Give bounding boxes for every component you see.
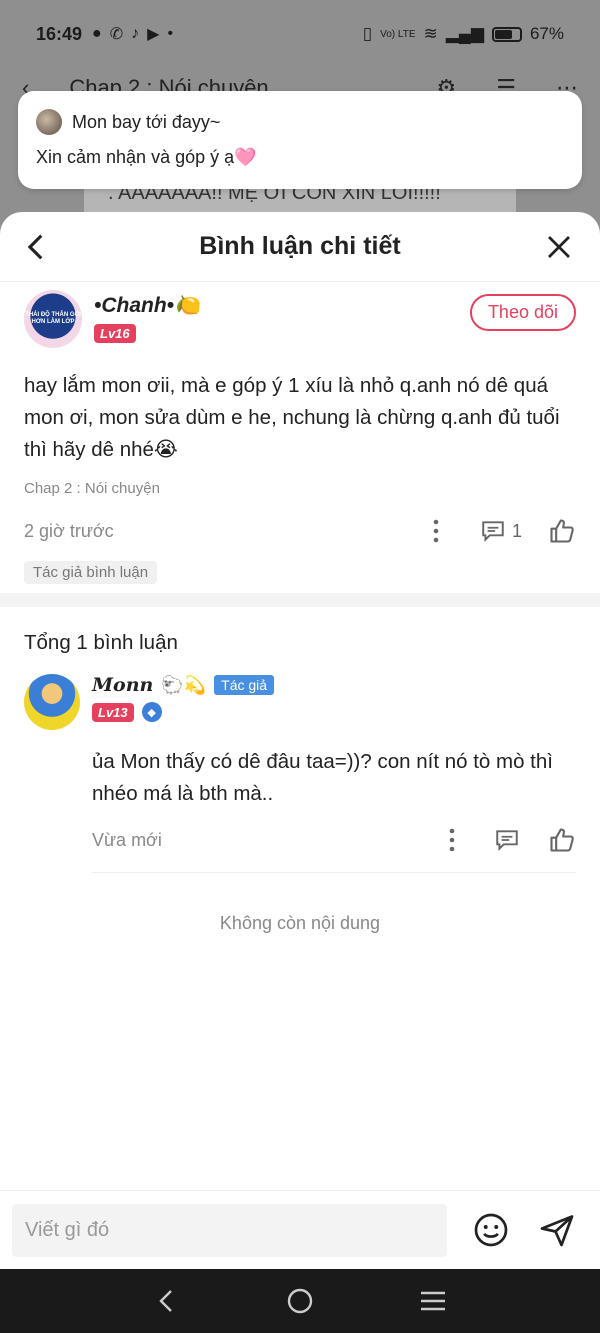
status-right: ▯ Vo) LTE ≋ ▂▄▆ 67% <box>363 24 564 44</box>
battery-icon <box>491 26 522 42</box>
level-badge: Lv16 <box>94 324 136 343</box>
avatar[interactable] <box>24 674 80 730</box>
no-more-content: Không còn nội dung <box>219 913 381 933</box>
comment-icon <box>482 521 504 543</box>
notification-sender: Mon bay tới đayy~ <box>72 111 221 132</box>
reply-author-name[interactable]: Monn <box>92 674 153 696</box>
signal-icon: ▂▄▆ <box>445 24 484 43</box>
like-icon[interactable] <box>548 826 576 854</box>
dot-icon: • <box>167 25 174 42</box>
youtube-icon: ▶ <box>147 26 160 43</box>
nav-home-icon[interactable] <box>284 1285 316 1317</box>
volte-icon: Vo) LTE <box>380 28 416 40</box>
like-icon[interactable] <box>548 517 576 545</box>
emoji-icon[interactable] <box>473 1212 509 1248</box>
section-divider <box>0 593 600 607</box>
main-comment: THÁI ĐỘ THÂN GÓI HƠN LÀM LỚP •Chanh•🍋 Lv… <box>0 290 600 584</box>
reply-time: Vừa mới <box>92 829 162 850</box>
comment-time: 2 giờ trước <box>24 520 114 541</box>
battery-percent: 67% <box>529 24 564 43</box>
wifi-icon: ≋ <box>423 24 438 43</box>
vibrate-icon: ▯ <box>362 24 373 43</box>
follow-button[interactable]: Theo dõi <box>469 294 576 331</box>
comment-actions: 1 <box>424 517 576 545</box>
notification-toast[interactable]: Mon bay tới đayy~ Xin cảm nhận và góp ý … <box>18 91 582 189</box>
back-arrow-icon[interactable] <box>20 230 54 264</box>
system-nav-bar <box>0 1269 600 1333</box>
author-badge: Tác giả <box>214 675 275 695</box>
author-comment-tag: Tác giả bình luận <box>24 561 158 584</box>
nav-back-icon[interactable] <box>151 1285 183 1317</box>
chapter-reference[interactable]: Chap 2 : Nói chuyện <box>24 480 576 497</box>
nav-menu-icon[interactable] <box>417 1285 449 1317</box>
close-icon[interactable] <box>544 232 574 262</box>
total-comments-label: Tổng 1 bình luận <box>24 631 178 654</box>
reply-author-emoji: 🐑💫 <box>161 674 207 695</box>
level-badge: Lv13 <box>92 702 134 722</box>
send-icon[interactable] <box>539 1212 575 1248</box>
call-icon: ✆ <box>109 26 124 43</box>
comment-text: hay lắm mon ơii, mà e góp ý 1 xíu là nhỏ… <box>24 374 560 461</box>
tiktok-icon: ♪ <box>131 25 140 42</box>
notification-avatar <box>36 109 62 135</box>
reply-meta-row: Vừa mới <box>92 822 576 858</box>
comment-icon[interactable] <box>494 827 520 853</box>
status-bar: 16:49 ● ✆ ♪ ▶ • ▯ Vo) LTE ≋ ▂▄▆ 67% <box>0 0 600 68</box>
notification-message: Xin cảm nhận và góp ý ạ🩷 <box>36 147 257 167</box>
more-dots-icon[interactable] <box>424 517 448 545</box>
status-time: 16:49 <box>36 23 83 44</box>
reply-count-button[interactable]: 1 <box>480 518 522 544</box>
more-dots-icon[interactable] <box>440 826 464 854</box>
reply-divider <box>92 872 576 873</box>
comment-detail-sheet: Bình luận chi tiết THÁI ĐỘ THÂN GÓI HƠN … <box>0 212 600 1269</box>
reply-text: ủa Mon thấy có dê đâu taa=))? con nít nó… <box>92 750 553 805</box>
comment-input[interactable] <box>12 1203 447 1257</box>
comment-meta-row: 2 giờ trước 1 <box>24 511 576 551</box>
drop-badge-icon: ◆ <box>141 702 162 722</box>
reply-count: 1 <box>511 520 522 541</box>
comment-author-name[interactable]: •Chanh•🍋 <box>94 294 200 318</box>
reply-comment: Monn 🐑💫 Tác giả Lv13 ◆ ủa Mon thấy có dê… <box>24 674 576 873</box>
chat-icon: ● <box>92 25 102 42</box>
avatar-text: THÁI ĐỘ THÂN GÓI HƠN LÀM LỚP <box>25 312 81 325</box>
battery-fill <box>494 29 513 39</box>
comment-input-bar <box>0 1190 600 1269</box>
status-notification-icons: ● ✆ ♪ ▶ • <box>92 24 173 44</box>
sheet-header: Bình luận chi tiết <box>0 212 600 282</box>
avatar[interactable]: THÁI ĐỘ THÂN GÓI HƠN LÀM LỚP <box>24 290 82 348</box>
sheet-title: Bình luận chi tiết <box>199 232 401 260</box>
